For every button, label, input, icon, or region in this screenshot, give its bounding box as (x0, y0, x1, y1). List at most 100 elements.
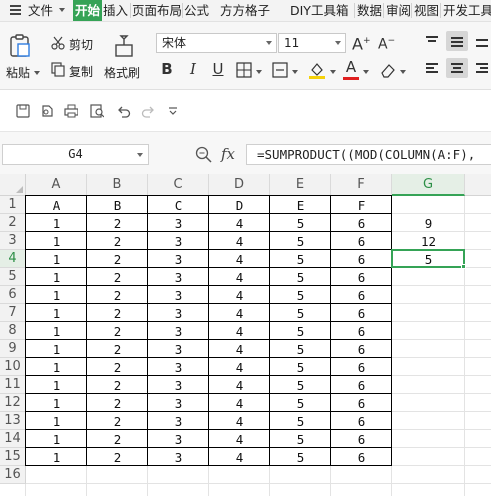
cell-b6[interactable]: 2 (87, 286, 148, 304)
cell-e4[interactable]: 5 (270, 250, 331, 268)
cell-a15[interactable]: 1 (26, 448, 87, 466)
row-header-5[interactable]: 5 (0, 268, 26, 286)
cell-f2[interactable]: 6 (331, 214, 392, 232)
cell-a10[interactable]: 1 (26, 358, 87, 376)
cell-d3[interactable]: 4 (209, 232, 270, 250)
decrease-font-icon[interactable]: A− (378, 32, 395, 53)
cell-d9[interactable]: 4 (209, 340, 270, 358)
cell-b2[interactable]: 2 (87, 214, 148, 232)
zoom-icon[interactable] (195, 146, 212, 163)
menu-fangfang[interactable]: 方方格子 (220, 0, 270, 21)
cell-d12[interactable]: 4 (209, 394, 270, 412)
chevron-down-icon[interactable] (330, 70, 336, 74)
row-header-13[interactable]: 13 (0, 412, 26, 430)
cell-b14[interactable]: 2 (87, 430, 148, 448)
cell-f4[interactable]: 6 (331, 250, 392, 268)
format-painter-button[interactable]: 格式刷 (104, 64, 140, 81)
row-header-11[interactable]: 11 (0, 376, 26, 394)
cell-b9[interactable]: 2 (87, 340, 148, 358)
row-header-1[interactable]: 1 (0, 196, 26, 214)
cell-e11[interactable]: 5 (270, 376, 331, 394)
chevron-down-icon[interactable] (256, 70, 262, 74)
chevron-down-icon[interactable] (59, 8, 65, 12)
cell-a7[interactable]: 1 (26, 304, 87, 322)
italic-icon[interactable]: I (185, 60, 201, 78)
paste-button[interactable]: 粘贴 (6, 64, 30, 81)
menu-formulas[interactable]: 公式 (184, 0, 209, 21)
chevron-down-icon[interactable] (34, 71, 40, 75)
cell-c11[interactable]: 3 (148, 376, 209, 394)
cell-c2[interactable]: 3 (148, 214, 209, 232)
cell-a1[interactable]: A (26, 196, 87, 214)
cell-e12[interactable]: 5 (270, 394, 331, 412)
font-color-icon[interactable]: A (343, 58, 359, 76)
align-bottom-icon[interactable] (471, 31, 491, 51)
fill-color-icon[interactable] (308, 61, 326, 79)
cell-a8[interactable]: 1 (26, 322, 87, 340)
name-box[interactable]: G4 (2, 144, 149, 165)
row-header-7[interactable]: 7 (0, 304, 26, 322)
cell-b8[interactable]: 2 (87, 322, 148, 340)
borders-icon[interactable] (236, 62, 252, 78)
chevron-down-icon[interactable] (292, 70, 298, 74)
align-center-icon[interactable] (446, 58, 468, 78)
cell-f11[interactable]: 6 (331, 376, 392, 394)
copy-button[interactable]: 复制 (69, 63, 93, 80)
cell-b3[interactable]: 2 (87, 232, 148, 250)
row-header-3[interactable]: 3 (0, 232, 26, 250)
scissors-icon[interactable] (51, 36, 65, 50)
formula-input[interactable]: =SUMPRODUCT((MOD(COLUMN(A:F), (246, 144, 491, 165)
cell-d8[interactable]: 4 (209, 322, 270, 340)
column-header-a[interactable]: A (26, 174, 87, 196)
menu-file[interactable]: 文件 (28, 0, 53, 21)
active-cell[interactable] (391, 249, 465, 268)
undo-icon[interactable] (117, 104, 131, 118)
cell-a4[interactable]: 1 (26, 250, 87, 268)
print-icon[interactable] (64, 104, 78, 118)
cell-f5[interactable]: 6 (331, 268, 392, 286)
cell-d15[interactable]: 4 (209, 448, 270, 466)
cell-d1[interactable]: D (209, 196, 270, 214)
cell-b15[interactable]: 2 (87, 448, 148, 466)
cell-e7[interactable]: 5 (270, 304, 331, 322)
underline-icon[interactable]: U (210, 60, 226, 78)
cell-c12[interactable]: 3 (148, 394, 209, 412)
select-all-button[interactable] (0, 174, 26, 196)
customize-toolbar-icon[interactable] (167, 104, 181, 118)
chevron-down-icon[interactable] (363, 70, 369, 74)
cell-c1[interactable]: C (148, 196, 209, 214)
bold-icon[interactable]: B (159, 60, 175, 78)
cell-c5[interactable]: 3 (148, 268, 209, 286)
cell-e3[interactable]: 5 (270, 232, 331, 250)
cell-f15[interactable]: 6 (331, 448, 392, 466)
cell-d6[interactable]: 4 (209, 286, 270, 304)
cell-f8[interactable]: 6 (331, 322, 392, 340)
cell-d7[interactable]: 4 (209, 304, 270, 322)
cell-a6[interactable]: 1 (26, 286, 87, 304)
row-header-12[interactable]: 12 (0, 394, 26, 412)
cell-f13[interactable]: 6 (331, 412, 392, 430)
cell-c15[interactable]: 3 (148, 448, 209, 466)
row-header-4[interactable]: 4 (0, 250, 26, 268)
column-header-f[interactable]: F (331, 174, 392, 196)
column-header-d[interactable]: D (209, 174, 270, 196)
fill-handle[interactable] (461, 264, 466, 269)
menu-insert[interactable]: 插入 (103, 0, 128, 21)
column-header-b[interactable]: B (87, 174, 148, 196)
cell-f14[interactable]: 6 (331, 430, 392, 448)
cut-button[interactable]: 剪切 (69, 36, 93, 53)
save-icon[interactable] (16, 104, 30, 118)
cell-e8[interactable]: 5 (270, 322, 331, 340)
cell-c4[interactable]: 3 (148, 250, 209, 268)
cell-a5[interactable]: 1 (26, 268, 87, 286)
print-preview-icon[interactable] (90, 104, 104, 118)
cell-c8[interactable]: 3 (148, 322, 209, 340)
cell-a3[interactable]: 1 (26, 232, 87, 250)
menu-page-layout[interactable]: 页面布局 (132, 0, 182, 21)
menu-data[interactable]: 数据 (357, 0, 382, 21)
menu-home[interactable]: 开始 (73, 0, 103, 21)
increase-font-icon[interactable]: A+ (352, 32, 371, 53)
cell-a12[interactable]: 1 (26, 394, 87, 412)
cell-b11[interactable]: 2 (87, 376, 148, 394)
cell-e6[interactable]: 5 (270, 286, 331, 304)
